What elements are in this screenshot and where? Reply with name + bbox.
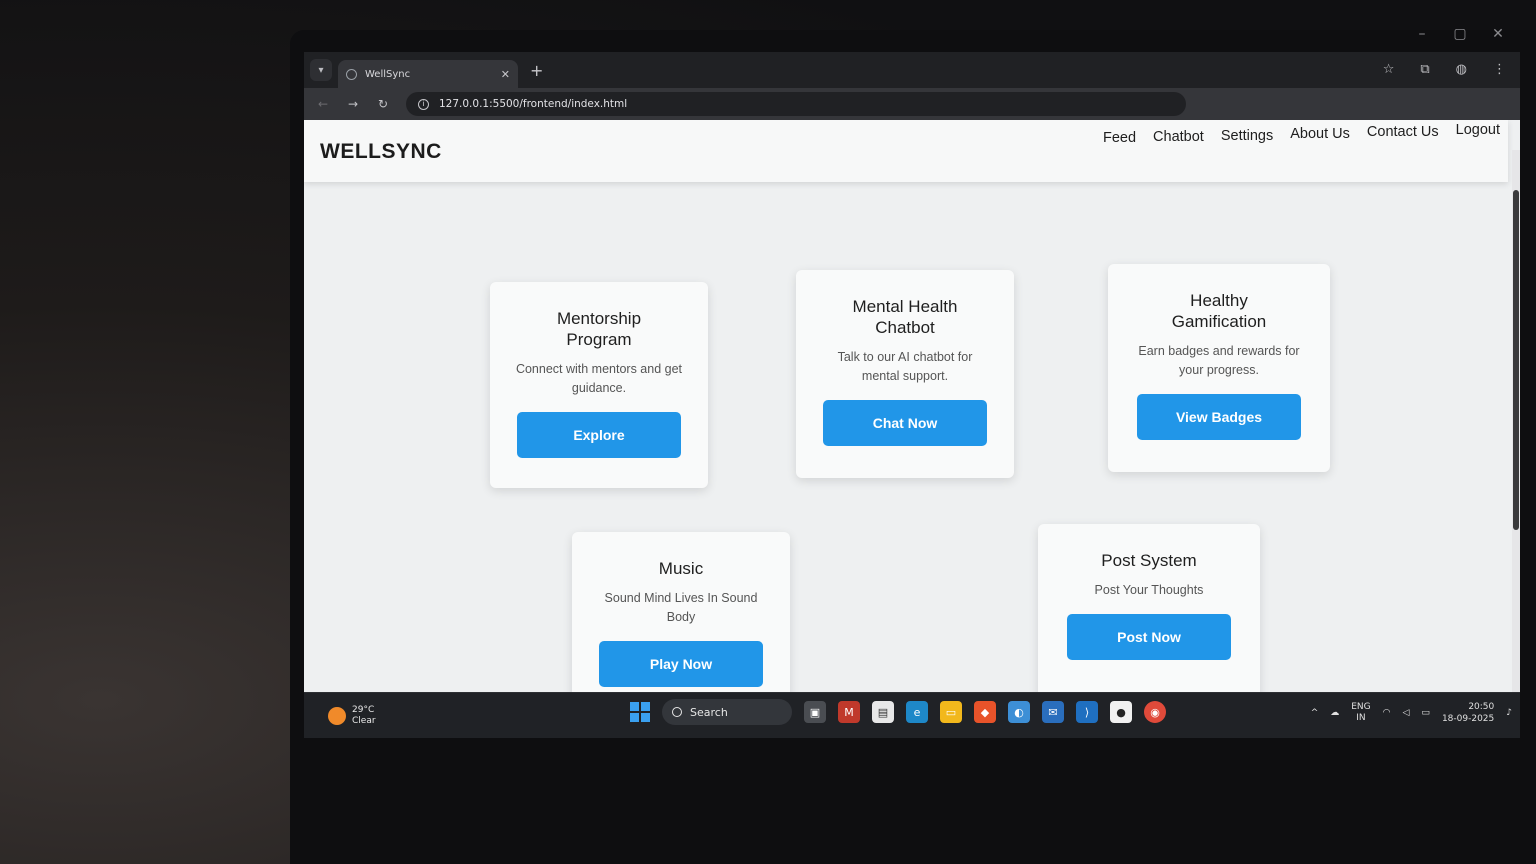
file-explorer-icon[interactable]: ▭ (940, 701, 962, 723)
url-input[interactable]: i 127.0.0.1:5500/frontend/index.html (406, 92, 1186, 116)
search-icon (672, 707, 682, 717)
volume-icon[interactable]: ◁ (1403, 708, 1410, 718)
language-indicator[interactable]: ENG IN (1351, 702, 1370, 724)
clock-time: 20:50 (1468, 702, 1495, 712)
bookmark-star-icon[interactable]: ☆ (1383, 62, 1395, 77)
wifi-icon[interactable]: ◠ (1383, 708, 1391, 718)
chrome-icon[interactable]: ◉ (1144, 701, 1166, 723)
edge-browser-icon[interactable]: e (906, 701, 928, 723)
temperature: 29°C (352, 705, 375, 715)
new-tab-button[interactable]: + (530, 61, 543, 80)
card-music: Music Sound Mind Lives In Sound Body Pla… (572, 532, 790, 692)
mcafee-icon[interactable]: M (838, 701, 860, 723)
task-view-icon[interactable]: ▣ (804, 701, 826, 723)
back-arrow-icon[interactable]: ← (316, 97, 330, 111)
laptop-screen: ▾ WellSync ✕ + ☆ ⧉ ◍ ⋮ ← → ↻ i 127.0.0.1… (304, 52, 1520, 738)
vscode-icon[interactable]: ⟩ (1076, 701, 1098, 723)
address-bar: ← → ↻ i 127.0.0.1:5500/frontend/index.ht… (304, 88, 1520, 120)
card-title: Music (658, 559, 704, 578)
brand-logo[interactable]: WELLSYNC (320, 140, 442, 164)
card-chatbot: Mental Health Chatbot Talk to our AI cha… (796, 270, 1014, 478)
nav-logout[interactable]: Logout (1456, 122, 1500, 146)
clock-date: 18-09-2025 (1441, 714, 1495, 724)
nav-contact-us[interactable]: Contact Us (1367, 124, 1439, 146)
nav-chatbot[interactable]: Chatbot (1153, 129, 1204, 146)
search-label: Search (690, 705, 728, 719)
reload-icon[interactable]: ↻ (376, 97, 390, 111)
nav-about-us[interactable]: About Us (1290, 126, 1350, 146)
card-description: Connect with mentors and get guidance. (515, 362, 683, 395)
menu-kebab-icon[interactable]: ⋮ (1493, 62, 1506, 77)
extensions-icon[interactable]: ⧉ (1420, 62, 1429, 77)
weather-condition: Clear (352, 716, 376, 726)
tab-title: WellSync (365, 68, 411, 80)
notification-bell-icon[interactable]: ♪ (1506, 708, 1512, 718)
onedrive-cloud-icon[interactable]: ☁ (1330, 708, 1339, 718)
post-now-button[interactable]: Post Now (1067, 614, 1231, 660)
browser-toolbar-right: ☆ ⧉ ◍ ⋮ (1383, 62, 1506, 77)
maximize-button[interactable]: ▢ (1452, 26, 1468, 42)
forward-arrow-icon[interactable]: → (346, 97, 360, 111)
view-badges-button[interactable]: View Badges (1137, 394, 1301, 440)
card-gamification: Healthy Gamification Earn badges and rew… (1108, 264, 1330, 472)
minimize-button[interactable]: – (1414, 26, 1430, 42)
card-title: Post System (1101, 551, 1197, 570)
tab-strip: ▾ WellSync ✕ + ☆ ⧉ ◍ ⋮ (304, 52, 1520, 88)
close-window-button[interactable]: ✕ (1490, 26, 1506, 42)
nav-feed[interactable]: Feed (1103, 130, 1136, 146)
system-tray: ^ ☁ ENG IN ◠ ◁ ▭ 20:50 18-09-2025 ♪ (1311, 701, 1512, 725)
weather-widget[interactable]: 29°C Clear (328, 705, 376, 727)
card-mentorship: Mentorship Program Connect with mentors … (490, 282, 708, 488)
play-now-button[interactable]: Play Now (599, 641, 763, 687)
globe-icon (346, 68, 357, 80)
clock[interactable]: 20:50 18-09-2025 (1442, 701, 1494, 725)
browser-tab[interactable]: WellSync ✕ (338, 60, 518, 88)
tab-search-button[interactable]: ▾ (310, 59, 332, 81)
profile-icon[interactable]: ◍ (1456, 62, 1467, 77)
card-description: Talk to our AI chatbot for mental suppor… (837, 350, 973, 383)
weather-icon (328, 707, 346, 725)
card-post-system: Post System Post Your Thoughts Post Now (1038, 524, 1260, 692)
start-windows-icon[interactable] (630, 702, 650, 722)
store-icon[interactable]: ▤ (872, 701, 894, 723)
app-icon[interactable]: ◐ (1008, 701, 1030, 723)
chevron-up-icon[interactable]: ^ (1311, 708, 1319, 718)
card-description: Post Your Thoughts (1094, 583, 1204, 597)
site-navbar: WELLSYNC Feed Chatbot Settings About Us … (304, 120, 1508, 182)
taskbar-apps: Search ▣ M ▤ e ▭ ◆ ◐ ✉ ⟩ ● ◉ (630, 699, 1166, 725)
page-viewport: WELLSYNC Feed Chatbot Settings About Us … (304, 120, 1520, 692)
github-desktop-icon[interactable]: ● (1110, 701, 1132, 723)
chat-now-button[interactable]: Chat Now (823, 400, 987, 446)
site-info-icon[interactable]: i (418, 98, 429, 110)
card-description: Earn badges and rewards for your progres… (1138, 344, 1300, 377)
url-text: 127.0.0.1:5500/frontend/index.html (439, 98, 628, 110)
taskbar-search-box[interactable]: Search (662, 699, 792, 725)
card-title: Healthy Gamification (1171, 291, 1267, 331)
nav-settings[interactable]: Settings (1221, 128, 1273, 146)
card-description: Sound Mind Lives In Sound Body (604, 591, 758, 624)
battery-icon[interactable]: ▭ (1421, 708, 1430, 718)
nav-links: Feed Chatbot Settings About Us Contact U… (1103, 120, 1500, 146)
close-tab-icon[interactable]: ✕ (501, 68, 510, 81)
card-title: Mentorship Program (556, 309, 642, 349)
outlook-mail-icon[interactable]: ✉ (1042, 701, 1064, 723)
scrollbar-thumb[interactable] (1513, 190, 1519, 530)
windows-taskbar: 29°C Clear Search ▣ M ▤ e ▭ ◆ ◐ ✉ ⟩ ● ◉ … (304, 692, 1520, 738)
window-controls: – ▢ ✕ (1414, 26, 1506, 42)
git-icon[interactable]: ◆ (974, 701, 996, 723)
explore-button[interactable]: Explore (517, 412, 681, 458)
page-scrollbar[interactable] (1512, 150, 1520, 692)
card-title: Mental Health Chatbot (852, 297, 958, 337)
